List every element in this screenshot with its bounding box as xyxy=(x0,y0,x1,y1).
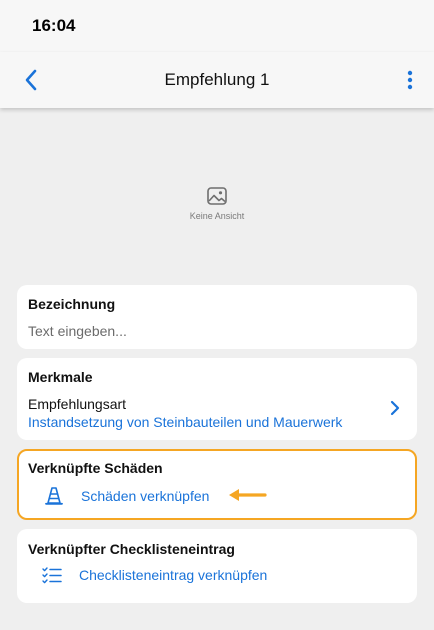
status-time: 16:04 xyxy=(32,16,76,35)
bezeichnung-title: Bezeichnung xyxy=(28,296,116,312)
status-bar: 16:04 xyxy=(0,0,434,52)
image-placeholder[interactable]: Keine Ansicht xyxy=(0,110,434,278)
chevron-left-icon xyxy=(25,69,37,91)
merkmale-card: Merkmale Empfehlungsart Instandsetzung v… xyxy=(17,358,417,440)
arrow-left-icon xyxy=(229,489,267,501)
link-checklist-button[interactable]: Checklisteneintrag verknüpfen xyxy=(41,563,267,587)
empfehlungsart-label: Empfehlungsart xyxy=(28,396,127,412)
chevron-right-icon xyxy=(390,400,400,416)
more-button[interactable] xyxy=(402,66,418,94)
bezeichnung-input[interactable]: Text eingeben... xyxy=(28,323,127,339)
linked-checklist-title: Verknüpfter Checklisteneintrag xyxy=(28,541,235,557)
checklist-icon xyxy=(41,564,63,586)
merkmale-title: Merkmale xyxy=(28,369,93,385)
navigation-bar: Empfehlung 1 xyxy=(0,52,434,108)
image-icon xyxy=(207,187,227,205)
empfehlungsart-value: Instandsetzung von Steinbauteilen und Ma… xyxy=(28,414,343,430)
warning-cone-icon xyxy=(43,485,65,507)
link-damages-button[interactable]: Schäden verknüpfen xyxy=(43,484,209,508)
link-damages-label: Schäden verknüpfen xyxy=(81,488,210,504)
more-vertical-icon xyxy=(407,70,413,90)
linked-checklist-card: Verknüpfter Checklisteneintrag Checklist… xyxy=(17,529,417,603)
no-view-label: Keine Ansicht xyxy=(189,211,245,221)
linked-damages-card: Verknüpfte Schäden Schäden verknüpfen xyxy=(17,449,417,520)
page-title: Empfehlung 1 xyxy=(164,70,270,89)
bezeichnung-card: Bezeichnung Text eingeben... xyxy=(17,285,417,349)
link-checklist-label: Checklisteneintrag verknüpfen xyxy=(79,567,268,583)
linked-damages-title: Verknüpfte Schäden xyxy=(28,460,163,476)
back-button[interactable] xyxy=(18,66,44,94)
empfehlungsart-row[interactable]: Empfehlungsart Instandsetzung von Steinb… xyxy=(17,394,417,432)
